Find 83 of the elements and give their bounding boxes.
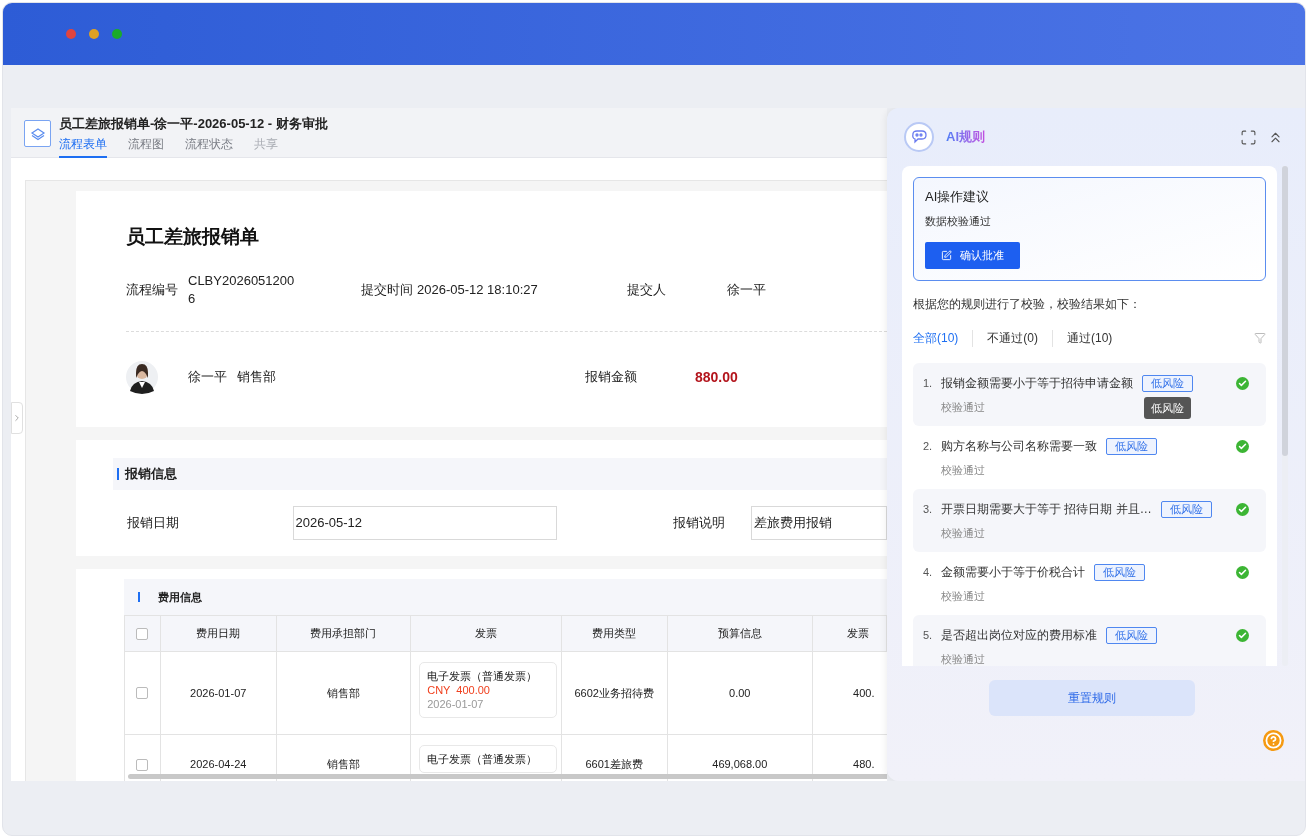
tab[interactable]: 流程图 (128, 136, 164, 158)
window-control[interactable] (66, 29, 76, 39)
avatar-icon (126, 360, 158, 394)
rule-text: 开票日期需要大于等于 招待日期 并且… (941, 501, 1152, 518)
invoice-date: 2026-01-07 (427, 697, 485, 711)
rule-text: 报销金额需要小于等于招待申请金额 (941, 375, 1133, 392)
invoice-card[interactable]: 电子发票（普通发票） (419, 745, 558, 773)
fullscreen-icon[interactable] (1240, 128, 1257, 146)
rule-result: 校验通过 (941, 400, 985, 415)
expand-handle[interactable] (11, 402, 23, 434)
risk-tag: 低风险 (1106, 437, 1157, 455)
field-value: CLBY20260512006 (188, 272, 296, 308)
chevron-right-icon (12, 413, 22, 423)
table-cell: 销售部 (276, 652, 412, 734)
filter-tab[interactable]: 不通过(0) (987, 329, 1038, 347)
rule-number: 5. (923, 627, 934, 643)
field-label: 提交时间 (361, 281, 413, 299)
invoice-type: 电子发票（普通发票） (427, 669, 539, 683)
layers-icon (24, 120, 51, 147)
filter-tab[interactable]: 全部(10) (913, 329, 959, 347)
column-header: 费用日期 (160, 616, 277, 651)
field-value: 徐一平 (727, 281, 766, 299)
rule-result: 校验通过 (941, 589, 985, 604)
rule-result: 校验通过 (941, 463, 985, 478)
checkbox[interactable] (136, 687, 149, 699)
rule-text: 是否超出岗位对应的费用标准 (941, 627, 1097, 644)
edit-icon (941, 250, 952, 261)
tooltip: 低风险 (1144, 396, 1191, 419)
invoice-type: 电子发票（普通发票） (427, 752, 539, 766)
section-title: 费用信息 (158, 589, 202, 605)
approve-button[interactable]: 确认批准 (925, 242, 1020, 269)
filter-icon[interactable] (1254, 332, 1266, 344)
help-icon[interactable] (1263, 730, 1284, 751)
rule-number: 1. (923, 375, 934, 391)
invoice-card[interactable]: 电子发票（普通发票） CNY 400.00 2026-01-07 (419, 662, 558, 718)
vertical-scrollbar[interactable] (1282, 166, 1288, 456)
risk-tag: 低风险 (1142, 374, 1193, 392)
table-cell: 6602业务招待费 (561, 652, 668, 734)
suggestion-text: 数据校验通过 (925, 213, 992, 229)
field-label: 报销日期 (127, 514, 180, 533)
text-field[interactable]: 2026-05-12 (292, 506, 557, 540)
column-header: 发票 (813, 616, 887, 651)
field-label: 提交人 (627, 281, 667, 299)
summary-text: 根据您的规则进行了校验，校验结果如下： (913, 296, 1142, 313)
field-label: 报销说明 (672, 514, 726, 533)
table-cell-text: 480. (852, 757, 876, 773)
person-name: 徐一平 (188, 368, 227, 387)
rule-result: 校验通过 (941, 526, 985, 541)
column-header: 费用承担部门 (276, 616, 412, 651)
suggestion-title: AI操作建议 (925, 188, 991, 206)
risk-tag: 低风险 (1160, 500, 1212, 518)
document-title: 员工差旅报销单-徐一平-2026-05-12 - 财务审批 (59, 115, 328, 133)
text-field[interactable]: 差旅费用报销 (750, 506, 887, 540)
column-header: 费用类型 (561, 616, 668, 651)
checkbox[interactable] (136, 627, 149, 640)
rule-number: 4. (923, 564, 934, 580)
field-label: 报销金额 (585, 368, 638, 387)
window-control[interactable] (112, 29, 122, 39)
checkbox[interactable] (136, 758, 149, 771)
field-value: 2026-05-12 18:10:27 (417, 281, 539, 299)
rule-text: 金额需要小于等于价税合计 (941, 564, 1085, 581)
tab[interactable]: 流程状态 (185, 136, 233, 158)
section-title: 报销信息 (125, 465, 177, 484)
department: 销售部 (237, 368, 277, 387)
rule-number: 3. (923, 501, 934, 517)
filter-tab[interactable]: 通过(10) (1067, 329, 1113, 347)
rule-number: 2. (923, 438, 934, 454)
table-cell-text: 400. (852, 685, 876, 701)
risk-tag: 低风险 (1106, 626, 1157, 644)
field-label: 流程编号 (126, 281, 179, 299)
table-cell: 2026-01-07 (160, 652, 277, 734)
window-control[interactable] (89, 29, 99, 39)
rule-result: 校验通过 (941, 652, 985, 666)
horizontal-scrollbar[interactable] (128, 774, 887, 779)
risk-tag: 低风险 (1094, 563, 1145, 581)
invoice-amount: CNY 400.00 (427, 683, 491, 697)
reset-button[interactable]: 重置规则 (988, 680, 1195, 716)
form-title: 员工差旅报销单 (126, 225, 260, 249)
column-header: 预算信息 (667, 616, 814, 651)
column-header: 发票 (411, 616, 562, 651)
amount-value: 880.00 (695, 367, 738, 387)
table-cell: 0.00 (667, 652, 814, 734)
rule-text: 购方名称与公司名称需要一致 (941, 438, 1097, 455)
